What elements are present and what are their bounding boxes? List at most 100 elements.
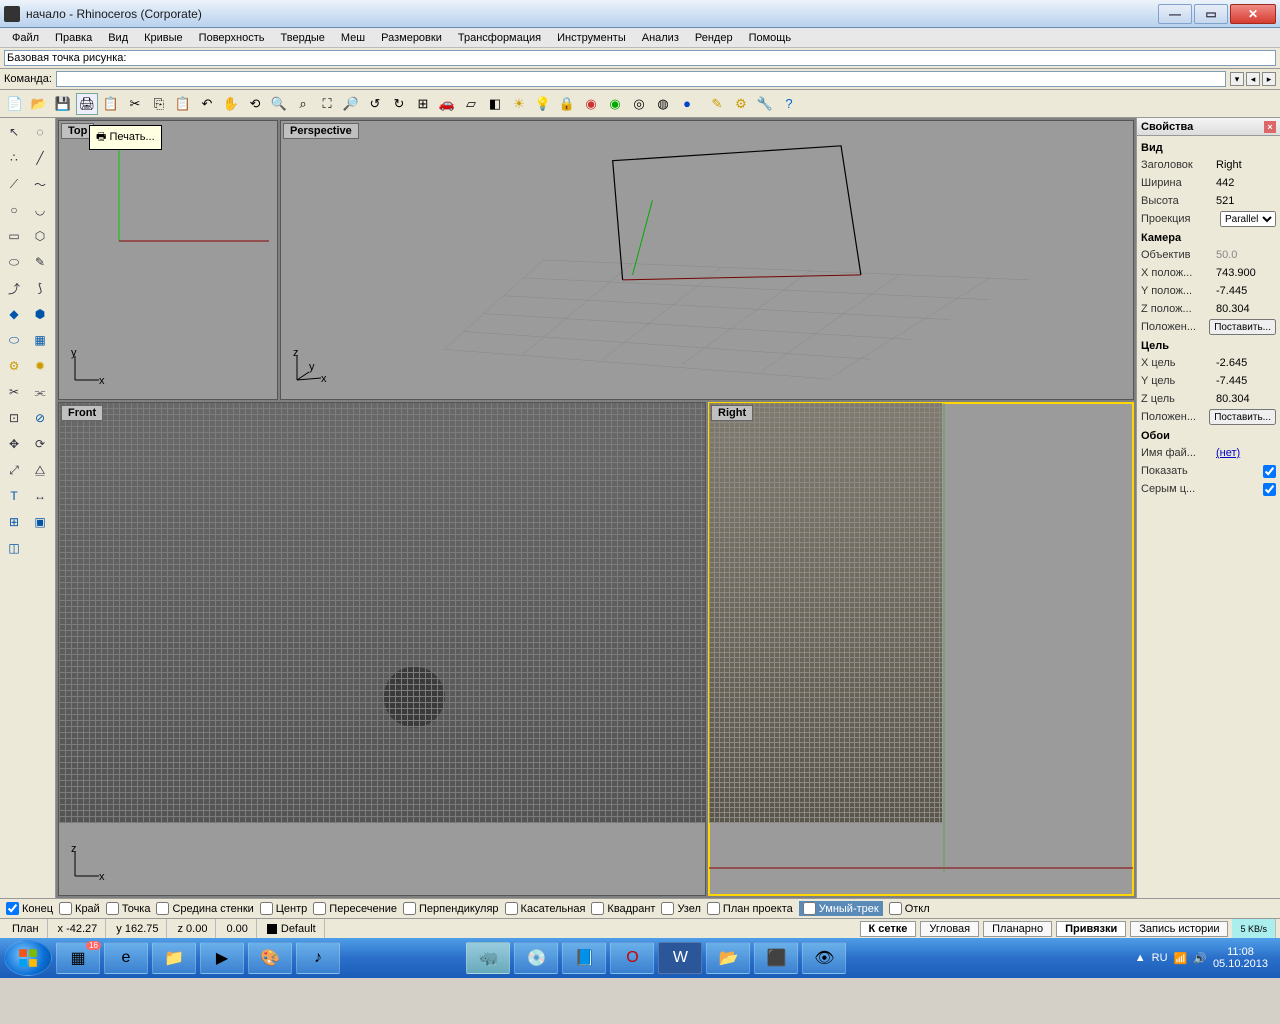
help-icon[interactable]: ? <box>778 93 800 115</box>
history-next-button[interactable]: ▸ <box>1262 72 1276 86</box>
prop-value[interactable]: (нет) <box>1216 447 1276 459</box>
taskbar-app4-icon[interactable]: 📘 <box>562 942 606 974</box>
viewport-front-label[interactable]: Front <box>61 405 103 421</box>
ellipse-icon[interactable]: ⬭ <box>2 250 26 274</box>
scale-icon[interactable]: ⤢ <box>2 458 26 482</box>
history-down-button[interactable]: ▾ <box>1230 72 1244 86</box>
menu-mesh[interactable]: Меш <box>333 30 373 46</box>
viewport-perspective-label[interactable]: Perspective <box>283 123 359 139</box>
four-view-icon[interactable]: ⊞ <box>412 93 434 115</box>
status-btn-К сетке[interactable]: К сетке <box>860 921 917 937</box>
circle-icon[interactable]: ○ <box>2 198 26 222</box>
close-button[interactable]: ✕ <box>1230 4 1276 24</box>
arc-icon[interactable]: ◡ <box>28 198 52 222</box>
curve-icon[interactable]: ～ <box>28 172 52 196</box>
taskbar-explorer-icon[interactable]: 📁 <box>152 942 196 974</box>
explode-icon[interactable]: ✹ <box>28 354 52 378</box>
join-icon[interactable]: ⫘ <box>28 380 52 404</box>
array-icon[interactable]: ⊞ <box>2 510 26 534</box>
taskbar-totalcmd-icon[interactable]: ▦ <box>56 942 100 974</box>
osnap-Откл[interactable]: Откл <box>889 902 930 915</box>
zoom-extents-icon[interactable]: ⌕ <box>292 93 314 115</box>
taskbar-rhino-icon[interactable]: 🦏 <box>466 942 510 974</box>
osnap-Конец[interactable]: Конец <box>6 902 53 915</box>
menu-view[interactable]: Вид <box>100 30 136 46</box>
osnap-План проекта[interactable]: План проекта <box>707 902 793 915</box>
properties-icon[interactable]: ⚙ <box>730 93 752 115</box>
lasso-icon[interactable]: ◌ <box>28 120 52 144</box>
named-view-icon[interactable]: ◧ <box>484 93 506 115</box>
osnap-Средина стенки[interactable]: Средина стенки <box>156 902 253 915</box>
extend-icon[interactable]: ⤴ <box>2 276 26 300</box>
history-prev-button[interactable]: ◂ <box>1246 72 1260 86</box>
command-history[interactable] <box>4 50 1276 66</box>
tray-clock[interactable]: 11:08 05.10.2013 <box>1213 946 1268 970</box>
ghosted-icon[interactable]: ◍ <box>652 93 674 115</box>
tray-sound-icon[interactable]: 🔊 <box>1193 952 1207 965</box>
osnap-Узел[interactable]: Узел <box>661 902 700 915</box>
menu-file[interactable]: Файл <box>4 30 47 46</box>
shade-icon[interactable]: ◉ <box>580 93 602 115</box>
cylinder-icon[interactable]: ⬭ <box>2 328 26 352</box>
viewport-front[interactable]: Front xz <box>58 402 706 896</box>
osnap-Центр[interactable]: Центр <box>260 902 308 915</box>
boolean-icon[interactable]: ⊘ <box>28 406 52 430</box>
taskbar-folder-icon[interactable]: 📂 <box>706 942 750 974</box>
taskbar-opera-icon[interactable]: O <box>610 942 654 974</box>
polygon-icon[interactable]: ⬡ <box>28 224 52 248</box>
dimension-icon[interactable]: ↔ <box>28 484 52 508</box>
prop-value[interactable] <box>1263 483 1276 496</box>
taskbar-app5-icon[interactable]: ⬛ <box>754 942 798 974</box>
rotate-view-icon[interactable]: ⟲ <box>244 93 266 115</box>
menu-edit[interactable]: Правка <box>47 30 100 46</box>
status-btn-Запись истории[interactable]: Запись истории <box>1130 921 1228 937</box>
menu-dimensions[interactable]: Размеровки <box>373 30 450 46</box>
undo-view-icon[interactable]: ↺ <box>364 93 386 115</box>
paste-icon[interactable]: 📋 <box>172 93 194 115</box>
taskbar-ie-icon[interactable]: e <box>104 942 148 974</box>
menu-render[interactable]: Рендер <box>687 30 741 46</box>
zoom-window-icon[interactable]: ⛶ <box>316 93 338 115</box>
redo-view-icon[interactable]: ↻ <box>388 93 410 115</box>
viewport-right[interactable]: Right <box>708 402 1134 896</box>
polyline-icon[interactable]: ⟋ <box>2 172 26 196</box>
undo-icon[interactable]: ↶ <box>196 93 218 115</box>
zoom-selected-icon[interactable]: 🔎 <box>340 93 362 115</box>
pan-icon[interactable]: ✋ <box>220 93 242 115</box>
set-cplane-icon[interactable]: ▱ <box>460 93 482 115</box>
taskbar-app1-icon[interactable]: 🎨 <box>248 942 292 974</box>
taskbar-word-icon[interactable]: W <box>658 942 702 974</box>
command-input[interactable] <box>56 71 1226 87</box>
prop-value[interactable] <box>1263 465 1276 478</box>
taskbar-app3-icon[interactable]: 💿 <box>514 942 558 974</box>
solid-icon[interactable]: ⬢ <box>28 302 52 326</box>
properties-close-icon[interactable]: × <box>1264 121 1276 133</box>
copy-clipboard-icon[interactable]: 📋 <box>100 93 122 115</box>
lock-icon[interactable]: 🔒 <box>556 93 578 115</box>
osnap-Край[interactable]: Край <box>59 902 100 915</box>
freeform-icon[interactable]: ✎ <box>28 250 52 274</box>
rotate-icon[interactable]: ⟳ <box>28 432 52 456</box>
zoom-icon[interactable]: 🔍 <box>268 93 290 115</box>
rectangle-icon[interactable]: ▭ <box>2 224 26 248</box>
copy-icon[interactable]: ⎘ <box>148 93 170 115</box>
show-icon[interactable]: 💡 <box>532 93 554 115</box>
cplane-icon[interactable]: 🚗 <box>436 93 458 115</box>
text-icon[interactable]: T <box>2 484 26 508</box>
minimize-button[interactable]: — <box>1158 4 1192 24</box>
group-icon[interactable]: ⊡ <box>2 406 26 430</box>
box-icon[interactable]: ◫ <box>2 536 26 560</box>
point-icon[interactable]: ∴ <box>2 146 26 170</box>
osnap-Умный-трек[interactable]: Умный-трек <box>799 901 883 916</box>
osnap-Касательная[interactable]: Касательная <box>505 902 586 915</box>
options-icon[interactable]: ✎ <box>706 93 728 115</box>
menu-analyze[interactable]: Анализ <box>634 30 687 46</box>
line-icon[interactable]: ╱ <box>28 146 52 170</box>
status-btn-Угловая[interactable]: Угловая <box>920 921 979 937</box>
rendered-icon[interactable]: ● <box>676 93 698 115</box>
viewport-top[interactable]: Top 🖶 Печать... xy <box>58 120 278 400</box>
tray-lang[interactable]: RU <box>1152 952 1168 964</box>
print-icon[interactable]: 🖨 <box>76 93 98 115</box>
taskbar-app6-icon[interactable]: 👁 <box>802 942 846 974</box>
viewport-right-label[interactable]: Right <box>711 405 753 421</box>
